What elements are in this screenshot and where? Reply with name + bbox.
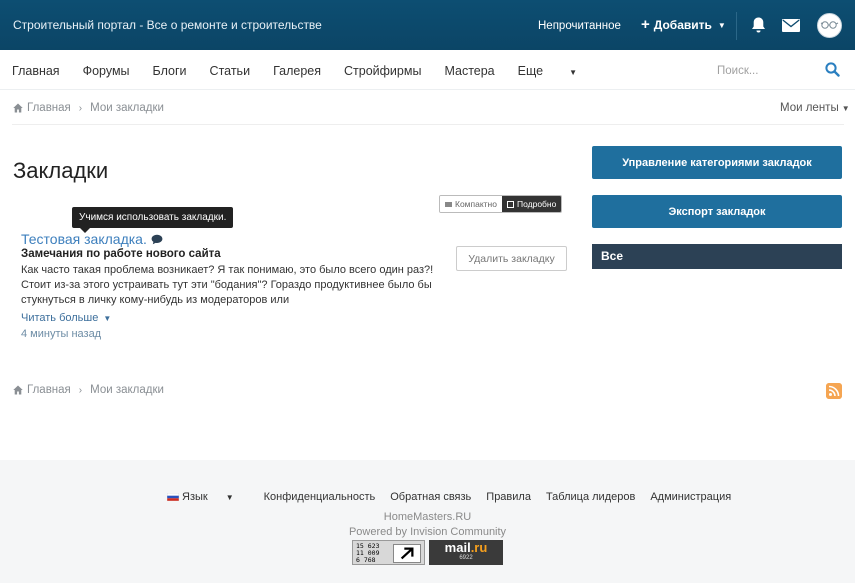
caret-down-icon: ▼ [103, 313, 112, 323]
unread-link[interactable]: Непрочитанное [538, 20, 621, 32]
bookmark-excerpt: Как часто такая проблема возникает? Я та… [21, 264, 434, 306]
nav-item-gallery[interactable]: Галерея [273, 64, 321, 78]
footer-links: Язык ▼ Конфиденциальность Обратная связь… [167, 491, 746, 503]
bookmark-title[interactable]: Тестовая закладка. [21, 231, 147, 247]
nav-item-firms[interactable]: Стройфирмы [344, 64, 421, 78]
home-icon [13, 103, 23, 113]
language-menu[interactable]: Язык ▼ [167, 491, 249, 503]
add-button-label: Добавить [653, 18, 712, 32]
read-more-link[interactable]: Читать больше ▼ [21, 312, 111, 324]
footer-link-contact[interactable]: Обратная связь [390, 491, 471, 503]
nav-more-label: Еще [517, 64, 544, 78]
liveinternet-counter[interactable]: 15 623 11 009 6 768 [352, 540, 425, 565]
caret-down-icon: ▼ [841, 104, 850, 113]
arrow-up-right-icon [393, 544, 421, 563]
caret-down-icon: ▼ [225, 492, 234, 502]
export-bookmarks-button[interactable]: Экспорт закладок [592, 195, 842, 228]
footer-link-leaderboard[interactable]: Таблица лидеров [546, 491, 635, 503]
mail-icon[interactable] [782, 19, 800, 32]
mailru-brand: mail [444, 540, 471, 555]
bookmark-title-row: Тестовая закладка. [21, 231, 163, 247]
main-nav: Главная Форумы Блоги Статьи Галерея Стро… [0, 50, 855, 90]
breadcrumb-bottom: Главная › Мои закладки [13, 384, 164, 396]
view-detailed-label: Подробно [516, 199, 557, 209]
top-header: Строительный портал - Все о ремонте и ст… [0, 0, 855, 50]
breadcrumb-current[interactable]: Мои закладки [90, 102, 164, 114]
breadcrumb-current[interactable]: Мои закладки [90, 384, 164, 396]
footer-link-staff[interactable]: Администрация [650, 491, 731, 503]
delete-bookmark-button[interactable]: Удалить закладку [456, 246, 567, 271]
nav-item-home[interactable]: Главная [12, 64, 60, 78]
list-icon [445, 201, 452, 207]
bell-icon[interactable] [750, 16, 767, 34]
rss-icon[interactable] [826, 383, 842, 399]
site-title[interactable]: Строительный портал - Все о ремонте и ст… [13, 18, 322, 32]
bookmark-tooltip: Учимся использовать закладки. [72, 207, 234, 233]
home-icon [13, 385, 23, 395]
mailru-count: 6922 [459, 555, 473, 561]
nav-item-more[interactable]: Еще ▼ [518, 64, 600, 78]
nav-item-forums[interactable]: Форумы [83, 64, 130, 78]
view-compact-option[interactable]: Компактно [440, 196, 502, 212]
footer-site-name: HomeMasters.RU [383, 511, 472, 523]
comment-icon [151, 234, 163, 244]
view-detailed-option[interactable]: Подробно [501, 196, 562, 212]
nav-item-articles[interactable]: Статьи [210, 64, 251, 78]
manage-categories-button[interactable]: Управление категориями закладок [592, 146, 842, 179]
footer-link-rules[interactable]: Правила [486, 491, 531, 503]
my-feeds-menu[interactable]: Мои ленты ▼ [780, 102, 850, 114]
bookmark-timestamp: 4 минуты назад [21, 328, 102, 340]
caret-down-icon: ▼ [717, 20, 726, 30]
nav-item-blogs[interactable]: Блоги [153, 64, 187, 78]
footer-powered-by[interactable]: Powered by Invision Community [0, 526, 855, 538]
mailru-tld: .ru [470, 540, 488, 555]
page-title: Закладки [13, 158, 109, 183]
user-avatar[interactable] [817, 13, 842, 38]
footer-link-privacy[interactable]: Конфиденциальность [264, 491, 376, 503]
sidebar-all-category[interactable]: Все [592, 244, 842, 269]
view-compact-label: Компактно [455, 199, 497, 209]
caret-down-icon: ▼ [569, 68, 577, 77]
chevron-right-icon: › [78, 384, 83, 396]
view-toggle: Компактно Подробно [439, 195, 563, 213]
add-button[interactable]: + Добавить ▼ [641, 16, 726, 33]
russia-flag-icon [167, 493, 179, 501]
breadcrumb-home[interactable]: Главная [27, 384, 71, 396]
main-content: Главная › Мои закладки Мои ленты ▼ Заклад… [0, 90, 855, 460]
search-icon[interactable] [825, 62, 840, 77]
mailru-counter[interactable]: mail.ru 6922 [429, 540, 503, 565]
language-label: Язык [182, 491, 208, 503]
mailru-logo: mail.ru [429, 540, 503, 555]
read-more-label: Читать больше [21, 312, 99, 324]
plus-icon: + [641, 16, 650, 33]
bookmark-topic-heading[interactable]: Замечания по работе нового сайта [21, 248, 221, 260]
breadcrumb-home[interactable]: Главная [27, 102, 71, 114]
my-feeds-label: Мои ленты [780, 102, 839, 114]
breadcrumb: Главная › Мои закладки [13, 102, 164, 114]
nav-item-masters[interactable]: Мастера [444, 64, 494, 78]
header-divider [736, 12, 737, 40]
square-icon [506, 200, 514, 208]
chevron-right-icon: › [78, 102, 83, 114]
nav-items: Главная Форумы Блоги Статьи Галерея Стро… [12, 64, 623, 78]
divider [12, 124, 844, 125]
avatar-image-icon [820, 21, 839, 29]
search-input[interactable] [707, 61, 820, 81]
